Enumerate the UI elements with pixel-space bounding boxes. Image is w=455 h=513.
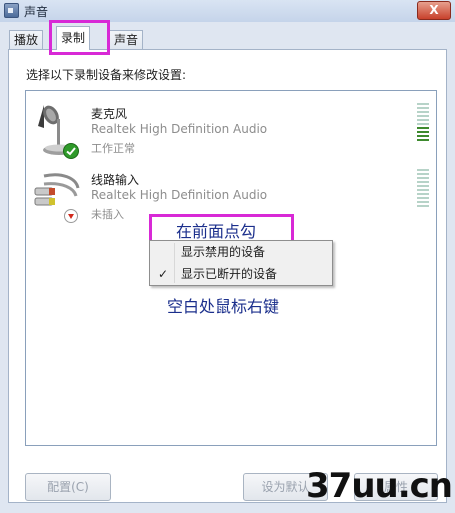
level-bar [417,139,429,141]
device-status: 工作正常 [91,142,135,155]
window-title: 声音 [24,5,49,19]
device-name: 线路输入 [91,173,140,187]
level-bar [417,119,429,121]
site-watermark: 37uu.cn [306,466,453,506]
mic-level-meter [417,103,429,143]
check-icon: ✓ [158,267,169,281]
level-bar [417,127,429,129]
level-bar [417,193,429,195]
device-name: 麦克风 [91,107,128,121]
red-down-arrow-icon [64,209,78,223]
level-bar [417,197,429,199]
level-bar [417,169,429,171]
level-bar [417,107,429,109]
level-bar [417,205,429,207]
level-bar [417,123,429,125]
level-bar [417,135,429,137]
instruction-label: 选择以下录制设备来修改设置: [26,68,187,82]
menu-item-show-disconnected[interactable]: ✓ 显示已断开的设备 [150,264,332,284]
menu-item-label: 显示禁用的设备 [181,245,266,259]
context-menu: 显示禁用的设备 ✓ 显示已断开的设备 [149,240,333,286]
device-status: 未插入 [91,208,124,221]
menu-item-label: 显示已断开的设备 [181,267,278,281]
green-check-icon [63,143,79,159]
level-bar [417,185,429,187]
annotation-bottom: 空白处鼠标右键 [167,297,280,316]
level-bar [417,201,429,203]
level-bar [417,177,429,179]
device-driver: Realtek High Definition Audio [91,188,268,202]
annotation-top: 在前面点勾 [176,222,257,241]
device-driver: Realtek High Definition Audio [91,122,268,136]
tab-highlight-box [49,20,110,55]
tab-sounds[interactable]: 声音 [109,30,144,49]
level-bar [417,115,429,117]
title-bar: 声音 X [0,0,455,22]
line-in-level-meter [417,169,429,209]
level-bar [417,103,429,105]
level-bar [417,111,429,113]
level-bar [417,189,429,191]
level-bar [417,131,429,133]
menu-item-show-disabled[interactable]: 显示禁用的设备 [150,242,332,262]
level-bar [417,181,429,183]
speaker-app-icon [4,3,19,18]
close-button[interactable]: X [417,1,451,20]
tab-playback[interactable]: 播放 [9,30,44,49]
configure-button[interactable]: 配置(C) [25,473,111,501]
level-bar [417,173,429,175]
